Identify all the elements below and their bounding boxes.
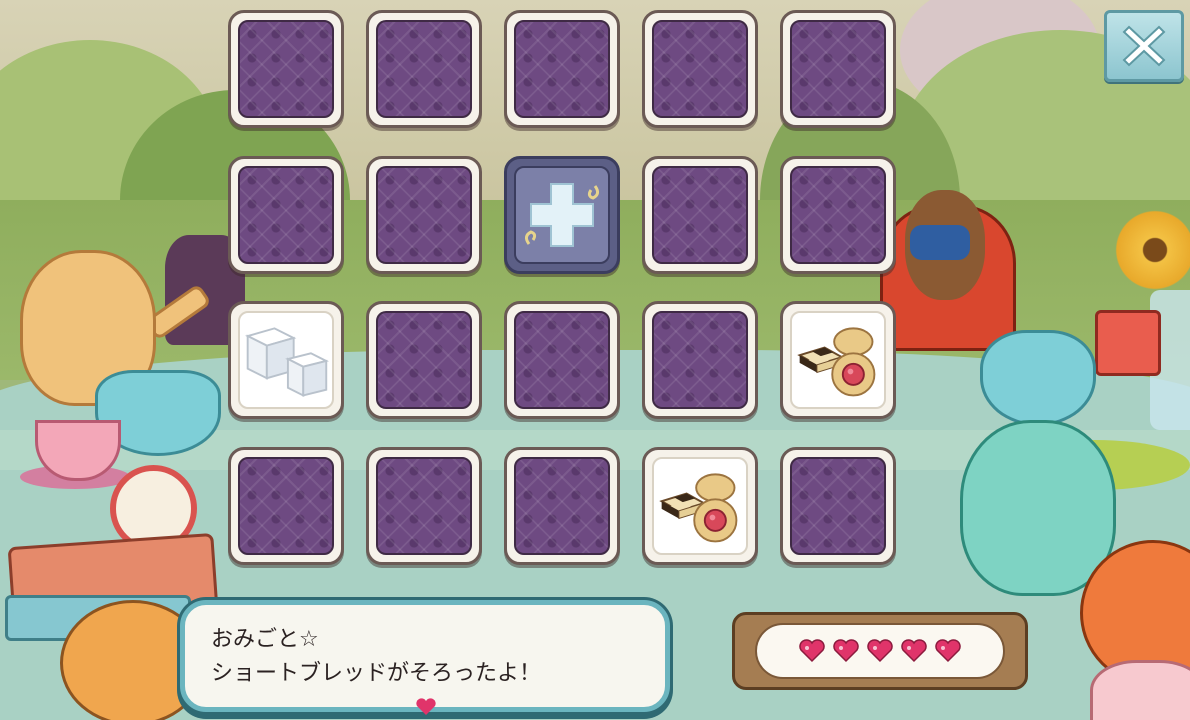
card-back-pattern — [790, 166, 886, 264]
heart-icon — [416, 698, 436, 715]
card-r3-c4[interactable] — [642, 301, 758, 419]
card-face — [514, 166, 610, 264]
plus-icon — [524, 183, 600, 247]
card-back-pattern — [238, 457, 334, 555]
heart-icon — [798, 639, 826, 663]
card-back-pattern — [514, 311, 610, 409]
heart-icon — [832, 639, 860, 663]
card-back-pattern — [376, 457, 472, 555]
pink-teacup — [1090, 660, 1190, 720]
message-box: おみごと☆ ショートブレッドがそろったよ！ — [180, 600, 670, 712]
shortbread-icon — [659, 473, 738, 543]
sunflowers — [1110, 205, 1190, 295]
card-face — [790, 311, 886, 409]
card-back-pattern — [514, 20, 610, 118]
dormouse-coat — [910, 225, 970, 260]
card-r1-c3[interactable] — [504, 10, 620, 128]
message-line-2: ショートブレッドがそろったよ！ — [211, 661, 542, 686]
card-r2-c3[interactable] — [504, 156, 620, 274]
card-r3-c2[interactable] — [366, 301, 482, 419]
card-r3-c1[interactable] — [228, 301, 344, 419]
card-r3-c3[interactable] — [504, 301, 620, 419]
message-line-1: おみごと☆ — [211, 627, 319, 652]
sugar-cubes-icon — [245, 327, 329, 398]
card-r2-c1[interactable] — [228, 156, 344, 274]
card-back-pattern — [376, 20, 472, 118]
card-r1-c2[interactable] — [366, 10, 482, 128]
card-back-pattern — [790, 457, 886, 555]
card-back-pattern — [376, 311, 472, 409]
card-face — [652, 457, 748, 555]
card-face — [238, 311, 334, 409]
card-r4-c2[interactable] — [366, 447, 482, 565]
close-x-icon — [1122, 25, 1166, 67]
card-r4-c4[interactable] — [642, 447, 758, 565]
close-button[interactable] — [1104, 10, 1184, 82]
heart-icon — [900, 639, 928, 663]
card-back-pattern — [514, 457, 610, 555]
heart-icon — [934, 639, 962, 663]
card-r2-c4[interactable] — [642, 156, 758, 274]
card-r1-c1[interactable] — [228, 10, 344, 128]
heart-icon — [866, 639, 894, 663]
lives-hearts — [755, 623, 1005, 679]
card-r3-c5[interactable] — [780, 301, 896, 419]
lives-panel — [732, 612, 1028, 690]
card-r4-c1[interactable] — [228, 447, 344, 565]
card-back-pattern — [376, 166, 472, 264]
card-back-pattern — [238, 166, 334, 264]
card-r4-c5[interactable] — [780, 447, 896, 565]
card-back-pattern — [238, 20, 334, 118]
card-back-pattern — [790, 20, 886, 118]
blue-sugar-pot — [980, 330, 1096, 426]
card-back-pattern — [652, 166, 748, 264]
shortbread-icon — [797, 327, 876, 397]
card-back-pattern — [652, 311, 748, 409]
card-r2-c2[interactable] — [366, 156, 482, 274]
card-r1-c4[interactable] — [642, 10, 758, 128]
card-r4-c3[interactable] — [504, 447, 620, 565]
red-mug — [1095, 310, 1161, 376]
card-back-pattern — [652, 20, 748, 118]
card-r1-c5[interactable] — [780, 10, 896, 128]
card-r2-c5[interactable] — [780, 156, 896, 274]
